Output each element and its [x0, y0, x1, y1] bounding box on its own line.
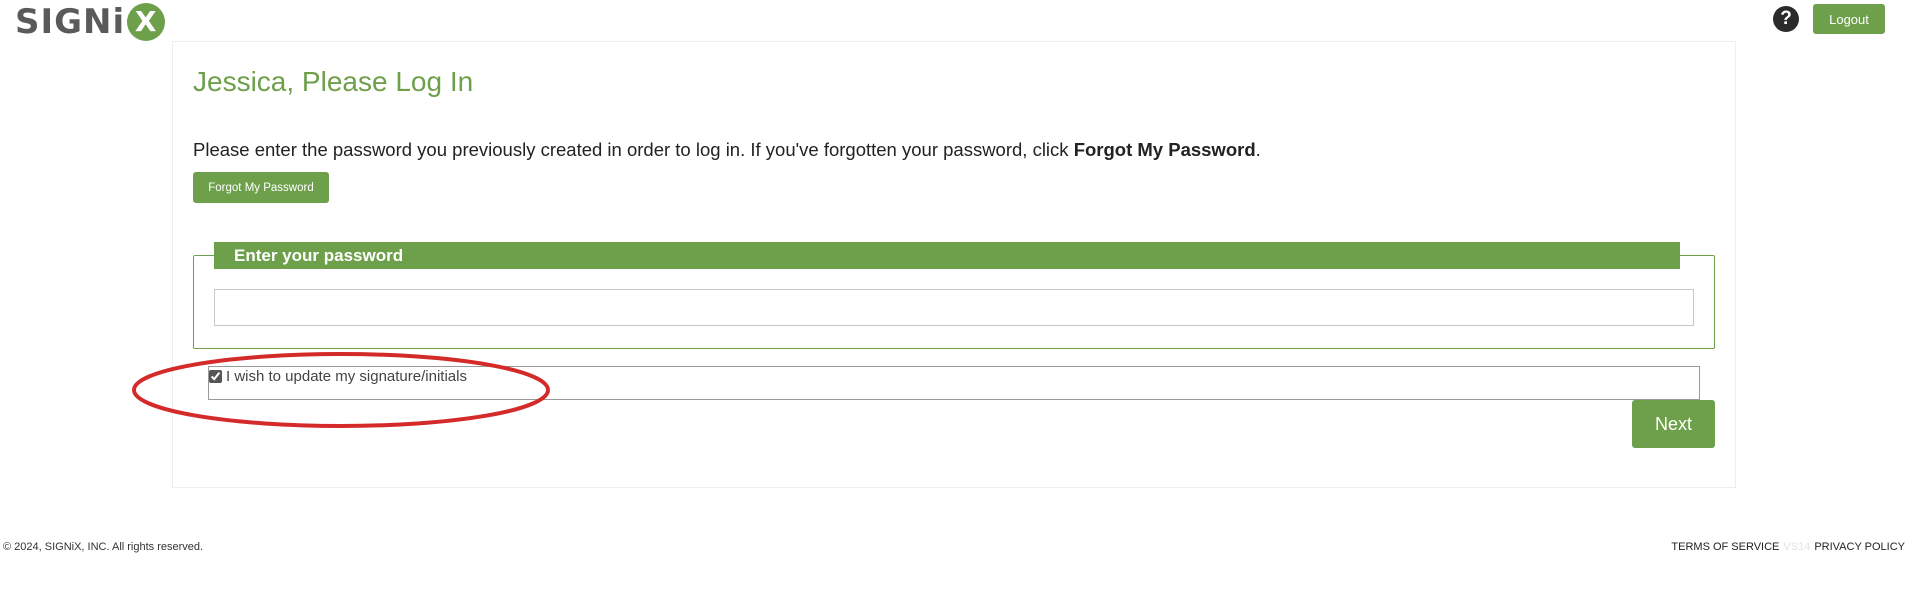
- footer-links: TERMS OF SERVICE VS14 PRIVACY POLICY: [1671, 541, 1905, 553]
- logo-text: SIGNi: [15, 2, 126, 42]
- help-icon[interactable]: ?: [1773, 6, 1799, 32]
- instructions-suffix: .: [1255, 139, 1261, 160]
- page-title: Jessica, Please Log In: [193, 66, 474, 97]
- instructions-prefix: Please enter the password you previously…: [193, 139, 1074, 160]
- password-legend: Enter your password: [214, 242, 1680, 269]
- update-signature-label[interactable]: I wish to update my signature/initials: [226, 367, 467, 387]
- next-button[interactable]: Next: [1632, 400, 1715, 448]
- password-input[interactable]: [214, 289, 1694, 326]
- terms-of-service-link[interactable]: TERMS OF SERVICE: [1671, 541, 1779, 553]
- forgot-password-button[interactable]: Forgot My Password: [193, 172, 329, 203]
- page: SIGNi X ? Logout Jessica, Please Log In P…: [0, 0, 1912, 613]
- instructions-text: Please enter the password you previously…: [193, 139, 1261, 161]
- update-signature-checkbox[interactable]: [209, 370, 222, 383]
- signix-logo: SIGNi X: [15, 2, 166, 42]
- version-text: VS14: [1783, 541, 1811, 553]
- copyright-text: © 2024, SIGNiX, INC. All rights reserved…: [3, 541, 204, 553]
- logo-x-badge: X: [127, 3, 166, 41]
- privacy-policy-link[interactable]: PRIVACY POLICY: [1814, 541, 1905, 553]
- instructions-bold-link: Forgot My Password: [1073, 139, 1256, 160]
- logout-button[interactable]: Logout: [1813, 4, 1885, 34]
